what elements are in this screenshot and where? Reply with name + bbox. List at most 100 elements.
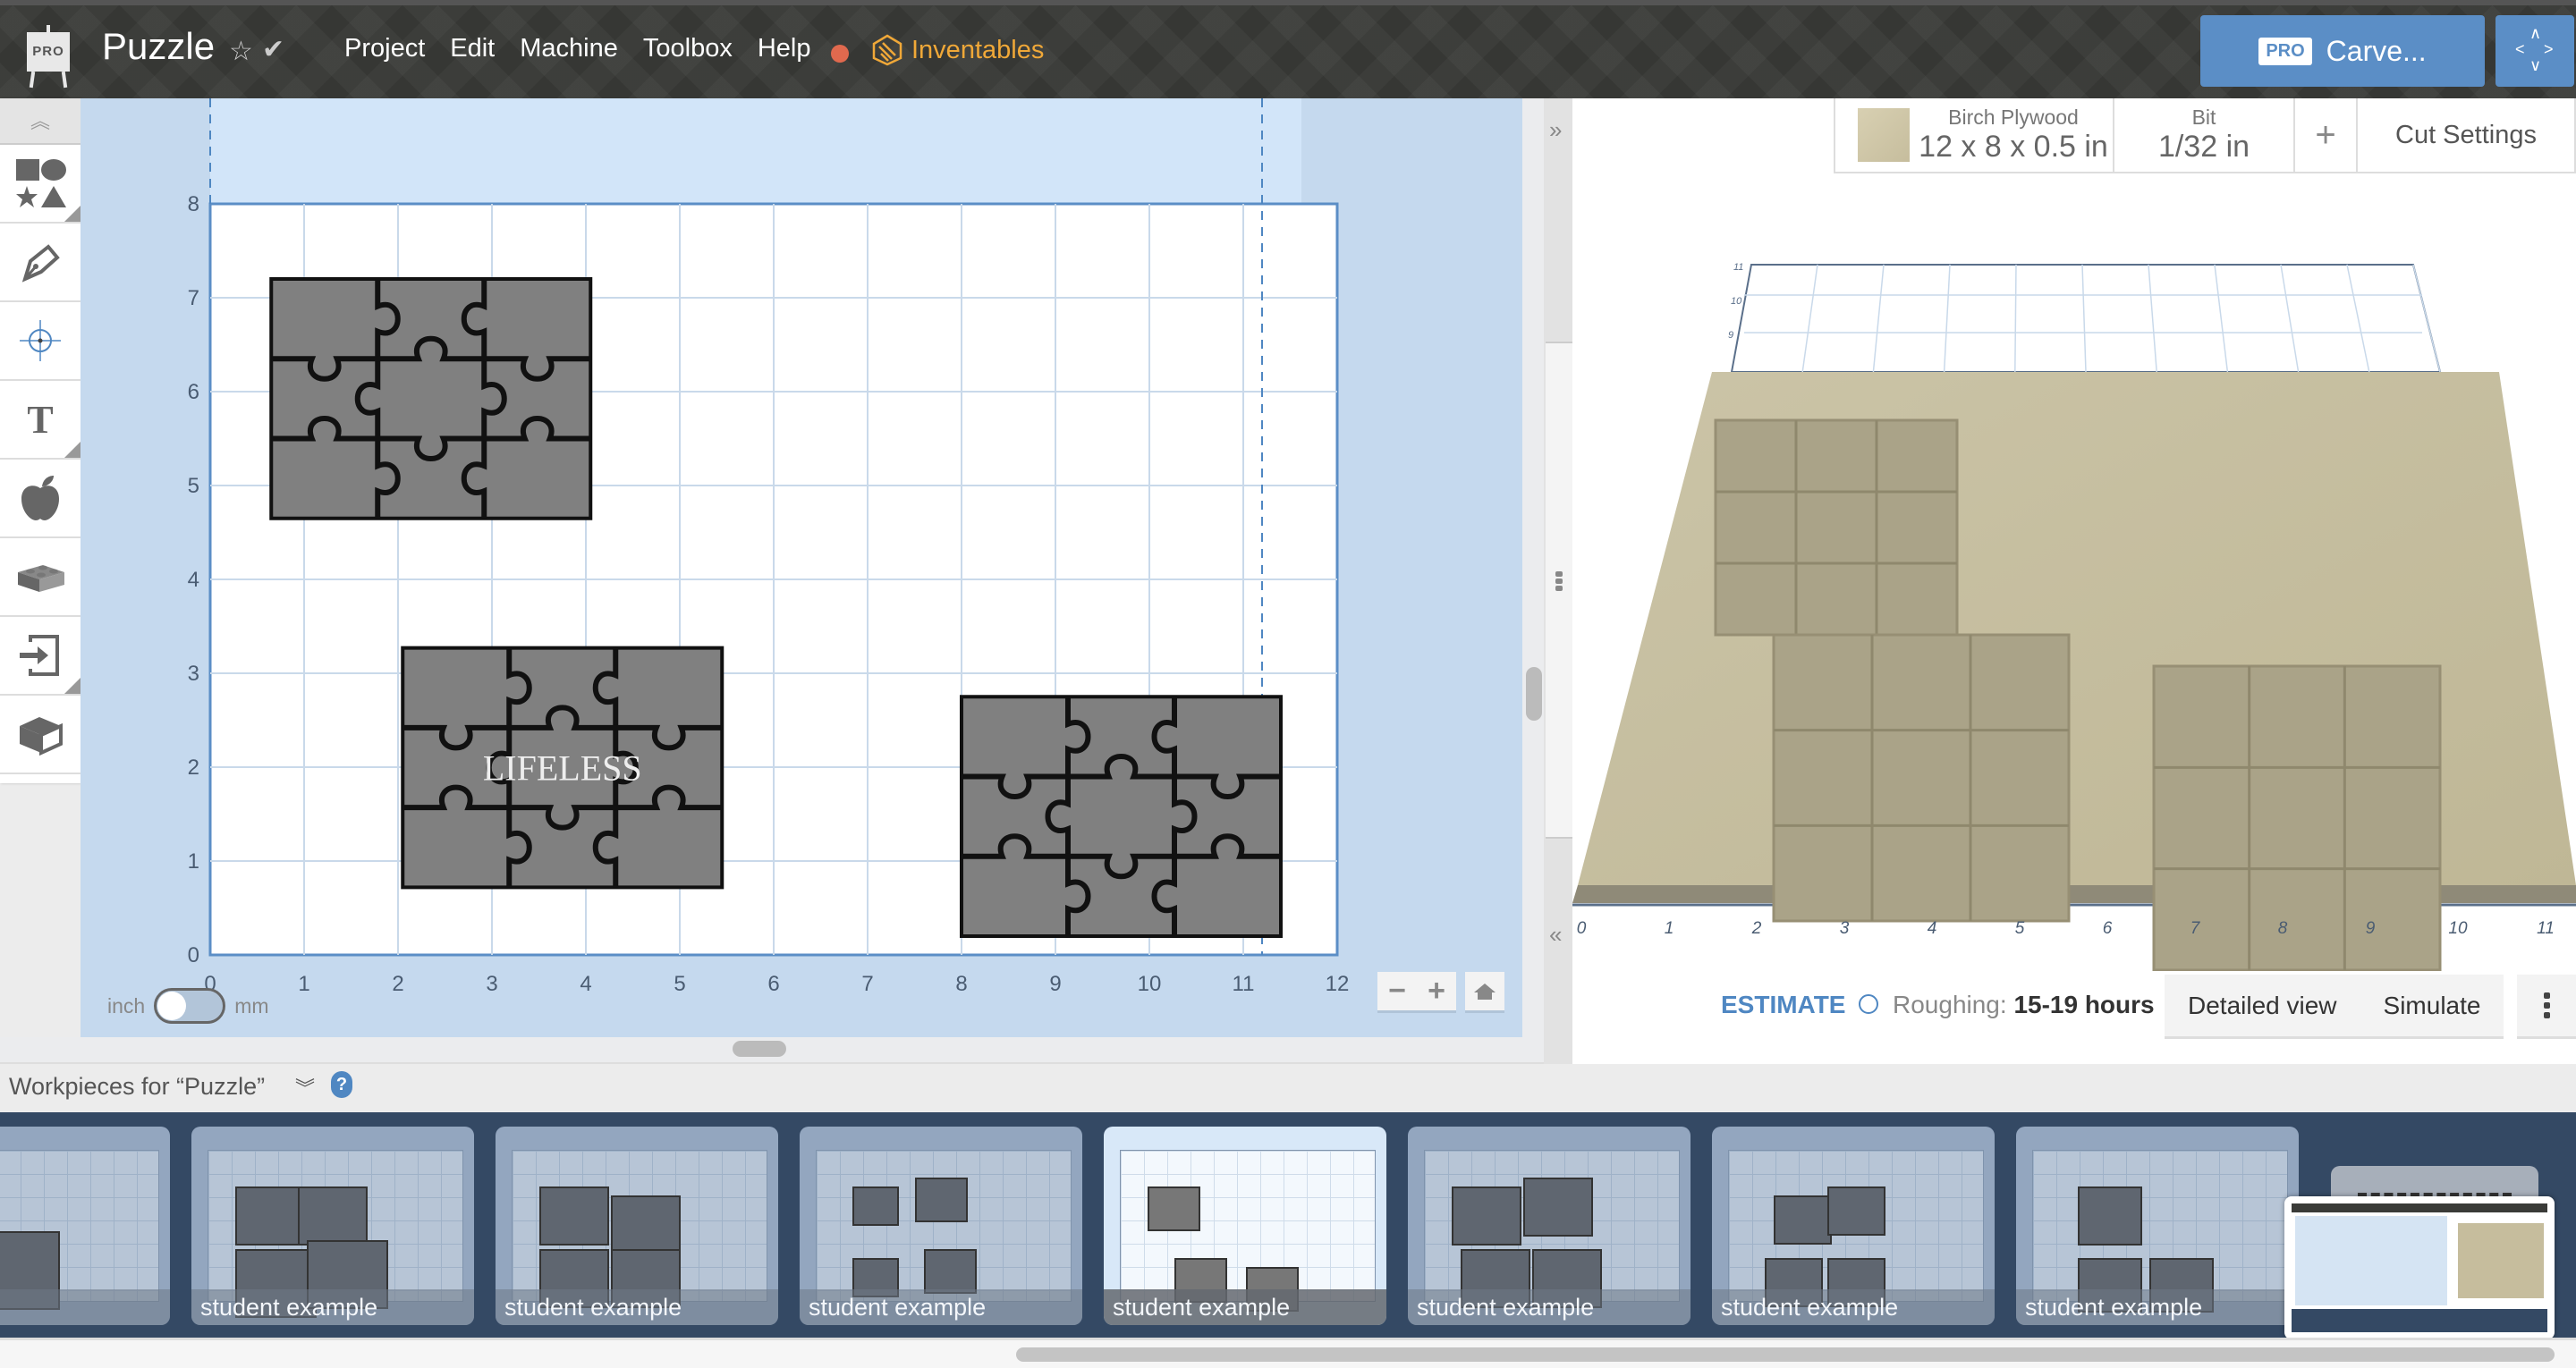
text-icon: T: [27, 398, 53, 442]
add-bit-button[interactable]: +: [2295, 98, 2358, 172]
x-tick-label: 5: [674, 972, 685, 996]
home-icon: [1474, 983, 1496, 1000]
logo-badge: PRO: [27, 32, 70, 72]
chevron-down-icon[interactable]: ︾: [295, 1073, 315, 1102]
carve-preview-3d[interactable]: 11 10 9 0 1 2 3 4 5 6 7 8 9 10 11 Birch Plywood 12 x 8…: [1572, 98, 2576, 1064]
x-tick-label: 11: [1233, 972, 1255, 996]
menu-toolbox[interactable]: Toolbox: [643, 34, 733, 63]
workpiece-thumbnail: [0, 1150, 159, 1310]
thumbnail-puzzle: [235, 1186, 305, 1246]
tool-icons[interactable]: [0, 460, 80, 538]
toolbar-collapse-button[interactable]: ︽: [0, 98, 80, 145]
carve-button[interactable]: PRO Carve...: [2200, 15, 2485, 87]
canvas-grid[interactable]: 0 1 2 3 4 5 6 7 8 9 10 11 12012345678LIFELESS: [80, 98, 1522, 1037]
unit-switch[interactable]: [154, 988, 226, 1024]
carve-pro-badge: PRO: [2258, 37, 2312, 65]
help-icon[interactable]: ?: [331, 1071, 352, 1098]
bit-selector[interactable]: Bit 1/32 in: [2114, 98, 2295, 172]
x-tick-label: 10: [1138, 972, 1162, 996]
workpiece-caption: student example: [2016, 1289, 2299, 1325]
workpiece-card[interactable]: student example: [1104, 1127, 1386, 1325]
cut-settings-button[interactable]: Cut Settings: [2358, 98, 2574, 172]
tool-shapes[interactable]: [0, 145, 80, 224]
canvas-scrollbar-horizontal[interactable]: [0, 1037, 1544, 1064]
roughing-estimate: Roughing: 15-19 hours: [1893, 991, 2155, 1019]
workpieces-header: Workpieces for “Puzzle” ︾ ?: [0, 1066, 2576, 1112]
puzzle-workpiece[interactable]: LIFELESS: [401, 646, 724, 890]
thumbnail-puzzle: [1827, 1186, 1885, 1236]
material-settings-bar: Birch Plywood 12 x 8 x 0.5 in Bit 1/32 i…: [1834, 98, 2576, 173]
carve-label: Carve...: [2326, 34, 2427, 67]
menu-project[interactable]: Project: [344, 34, 425, 63]
y-tick-label: 4: [188, 568, 199, 592]
puzzle-workpiece[interactable]: [960, 695, 1283, 938]
tool-point[interactable]: [0, 302, 80, 381]
x-tick-label: 3: [486, 972, 497, 996]
inventables-link[interactable]: Inventables: [872, 34, 1044, 66]
canvas-scrollbar-vertical[interactable]: [1522, 98, 1544, 1037]
svg-text:T: T: [27, 398, 53, 442]
tool-3d-models[interactable]: [0, 696, 80, 774]
menu-machine[interactable]: Machine: [520, 34, 618, 63]
bed-tick-label: 11: [1733, 262, 1743, 273]
puzzle-flowers-right: [960, 695, 1283, 938]
design-canvas[interactable]: 0 1 2 3 4 5 6 7 8 9 10 11 12 0 1 2 3 4 5 6 7 8 LIFELESS inch m…: [80, 98, 1522, 1037]
puzzle-workpiece[interactable]: [269, 277, 593, 520]
workpieces-title[interactable]: Workpieces for “Puzzle”: [9, 1073, 265, 1101]
thumbnail-puzzle: [1774, 1195, 1832, 1245]
roughing-label: Roughing:: [1893, 991, 2007, 1018]
menu-edit[interactable]: Edit: [450, 34, 495, 63]
notification-dot[interactable]: [831, 45, 849, 63]
workpiece-card[interactable]: example: [0, 1127, 170, 1325]
material-selector[interactable]: Birch Plywood 12 x 8 x 0.5 in: [1835, 98, 2114, 172]
tool-pen[interactable]: [0, 224, 80, 302]
estimate-label[interactable]: ESTIMATE: [1721, 991, 1845, 1019]
simulate-button[interactable]: Simulate: [2360, 975, 2504, 1039]
machine-jog-button[interactable]: ∧ < > ∨: [2496, 15, 2574, 87]
workpiece-caption: example: [0, 1289, 170, 1325]
preview-x-tick-label: 6: [2103, 919, 2113, 938]
workpiece-card[interactable]: student example: [800, 1127, 1082, 1325]
preview-3d-render[interactable]: 11 10 9 0 1 2 3 4 5 6 7 8 9 10 11: [1572, 98, 2576, 971]
workpiece-card[interactable]: student example: [191, 1127, 474, 1325]
zoom-in-button[interactable]: +: [1428, 974, 1445, 1009]
workpiece-card[interactable]: student example: [2016, 1127, 2299, 1325]
workpiece-caption: student example: [1104, 1289, 1386, 1325]
unit-toggle[interactable]: inch mm: [107, 988, 269, 1024]
workpiece-card[interactable]: student example: [496, 1127, 778, 1325]
carved-puzzle-pocket: [1772, 633, 2071, 923]
workpiece-thumbnail: [208, 1150, 463, 1318]
preview-x-tick-label: 11: [2537, 919, 2555, 938]
detailed-view-button[interactable]: Detailed view: [2165, 975, 2360, 1039]
more-options-button[interactable]: [2517, 975, 2576, 1039]
x-tick-label: 2: [392, 972, 403, 996]
x-tick-label: 12: [1326, 972, 1350, 996]
collapse-preview-button[interactable]: «: [1549, 921, 1562, 949]
tool-import[interactable]: [0, 617, 80, 696]
workpiece-thumbnail: [2032, 1150, 2288, 1313]
workpiece-card[interactable]: student example: [1408, 1127, 1690, 1325]
tool-text[interactable]: T: [0, 381, 80, 460]
workpieces-scrollbar[interactable]: [0, 1338, 2576, 1368]
preview-x-tick-label: 4: [1928, 919, 1937, 938]
panel-resize-handle[interactable]: [1546, 342, 1572, 839]
panel-divider: » «: [1544, 98, 1572, 1064]
easel-pro-logo[interactable]: PRO: [25, 25, 72, 89]
thumbnail-puzzle: [298, 1186, 368, 1246]
estimate-bar: ESTIMATE Roughing: 15-19 hours Detailed …: [1572, 971, 2576, 1043]
thumbnail-puzzle: [539, 1186, 609, 1246]
workpiece-thumbnail: [512, 1150, 767, 1308]
workpiece-caption: student example: [800, 1289, 1082, 1325]
preview-x-tick-label: 8: [2278, 919, 2288, 938]
workpiece-caption: student example: [1712, 1289, 1995, 1325]
workpiece-card[interactable]: student example: [1712, 1127, 1995, 1325]
expand-preview-button[interactable]: »: [1549, 116, 1562, 144]
tool-apps[interactable]: [0, 538, 80, 617]
zoom-fit-button[interactable]: [1465, 972, 1504, 1013]
zoom-out-button[interactable]: −: [1388, 974, 1406, 1009]
material-swatch: [1858, 108, 1911, 162]
favorite-star-icon[interactable]: ☆: [229, 36, 253, 67]
project-title[interactable]: Puzzle: [102, 25, 215, 68]
menu-help[interactable]: Help: [758, 34, 811, 63]
clock-icon: [1859, 994, 1878, 1014]
